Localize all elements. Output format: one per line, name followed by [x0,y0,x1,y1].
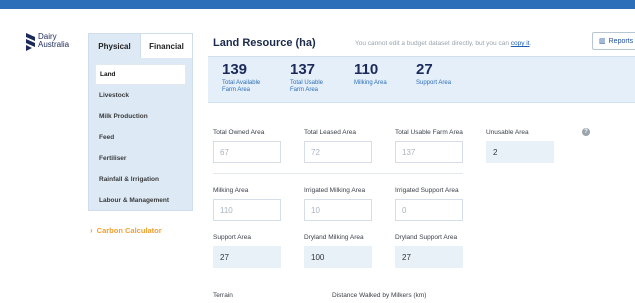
chevron-right-icon: › [90,226,93,235]
unusable-area-value: 2 [486,141,554,163]
total-usable-farm-area-input[interactable]: 137 [395,141,463,163]
support-area-label: Support Area [213,234,251,241]
sidebar-item-labour-management[interactable]: Labour & Management [95,190,186,211]
summary-label-line-2: Farm Area [290,86,319,93]
carbon-calculator-link[interactable]: › Carbon Calculator [90,226,162,235]
sidebar-item-livestock[interactable]: Livestock [95,85,186,106]
notice-text: You cannot edit a budget dataset directl… [355,40,509,47]
summary-panel: 139 Total Available Farm Area 137 Total … [208,56,635,103]
section-divider [213,173,463,174]
summary-milking-area: 110 Milking Area [354,61,387,87]
tab-physical[interactable]: Physical [89,34,140,58]
sidebar-item-rainfall-irrigation[interactable]: Rainfall & Irrigation [95,169,186,190]
dryland-milking-area-label: Dryland Milking Area [304,234,364,241]
irrigated-milking-area-label: Irrigated Milking Area [304,187,366,194]
milking-area-input[interactable]: 110 [213,199,281,221]
reports-label: Reports [608,37,634,45]
reports-button[interactable]: ▥ Reports [592,32,635,50]
summary-label: Support Area [416,80,451,87]
total-leased-area-input[interactable]: 72 [304,141,372,163]
milking-area-label: Milking Area [213,187,249,194]
total-owned-area-input[interactable]: 67 [213,141,281,163]
sidebar-item-feed[interactable]: Feed [95,127,186,148]
summary-label-line-1: Total Available [222,80,261,86]
irrigated-milking-area-input[interactable]: 10 [304,199,372,221]
summary-value: 110 [354,61,379,78]
sidebar-item-land[interactable]: Land [95,64,186,85]
notice-end: . [529,40,532,47]
unusable-area-label: Unusable Area [486,129,529,136]
summary-label-line-1: Milking Area [354,80,387,86]
tab-financial[interactable]: Financial [140,34,192,58]
sidebar-item-milk-production[interactable]: Milk Production [95,106,186,127]
distance-walked-label: Distance Walked by Milkers (km) [332,292,427,299]
summary-value: 27 [416,61,433,78]
sidebar-tabs: Physical Financial [89,34,192,58]
bar-chart-icon: ▥ [599,38,606,45]
summary-total-available: 139 Total Available Farm Area [222,61,260,93]
sidebar-item-fertiliser[interactable]: Fertiliser [95,148,186,169]
help-icon[interactable]: ? [582,128,590,136]
brand-name: Dairy Australia [38,33,69,49]
irrigated-support-area-label: Irrigated Support Area [395,187,459,194]
summary-support-area: 27 Support Area [416,61,451,87]
top-accent-bar [0,0,635,9]
dryland-support-area-label: Dryland Support Area [395,234,458,241]
sidebar: Physical Financial Land Livestock Milk P… [88,33,193,211]
summary-value: 139 [222,61,248,78]
dairy-australia-logo[interactable]: Dairy Australia [26,33,69,51]
terrain-label: Terrain [213,292,233,299]
summary-label-line-2: Farm Area [222,86,251,93]
total-usable-farm-area-label: Total Usable Farm Area [395,129,463,136]
dryland-milking-area-value: 100 [304,246,372,268]
page-title: Land Resource (ha) [213,37,316,49]
summary-total-usable: 137 Total Usable Farm Area [290,61,323,93]
total-leased-area-label: Total Leased Area [304,129,357,136]
summary-label-line-1: Support Area [416,80,452,86]
summary-label-line-1: Total Usable [290,80,324,86]
summary-label: Total Usable Farm Area [290,80,323,93]
summary-label: Milking Area [354,80,387,87]
carbon-calculator-label: Carbon Calculator [96,226,162,235]
irrigated-support-area-input[interactable]: 0 [395,199,463,221]
summary-label: Total Available Farm Area [222,80,260,93]
total-owned-area-label: Total Owned Area [213,129,265,136]
copy-it-link[interactable]: copy it [511,40,530,47]
dairy-australia-logo-icon [26,33,35,51]
support-area-value: 27 [213,246,281,268]
summary-value: 137 [290,61,316,78]
dryland-support-area-value: 27 [395,246,463,268]
readonly-notice: You cannot edit a budget dataset directl… [355,40,531,47]
brand-line-2: Australia [38,40,70,49]
sidebar-nav: Land Livestock Milk Production Feed Fert… [89,58,192,211]
